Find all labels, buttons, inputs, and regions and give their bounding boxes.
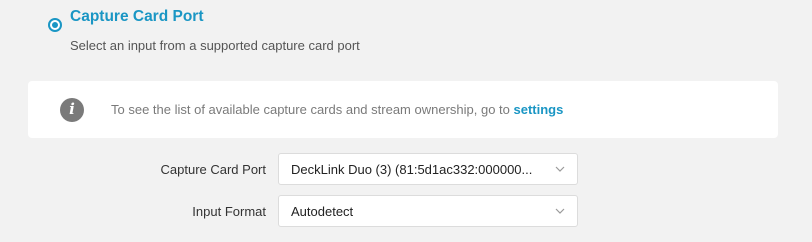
chevron-down-icon xyxy=(555,166,565,172)
option-description: Select an input from a supported capture… xyxy=(70,38,360,53)
capture-card-port-label: Capture Card Port xyxy=(160,161,267,177)
input-format-value: Autodetect xyxy=(291,203,354,219)
input-format-row: Input Format Autodetect xyxy=(0,195,812,227)
option-text: Capture Card Port Select an input from a… xyxy=(70,4,360,55)
input-format-label: Input Format xyxy=(192,203,266,219)
capture-card-port-select[interactable]: DeckLink Duo (3) (81:5d1ac332:000000... xyxy=(278,153,578,185)
chevron-down-icon xyxy=(555,208,565,214)
capture-card-port-radio[interactable] xyxy=(48,18,62,32)
capture-card-port-value: DeckLink Duo (3) (81:5d1ac332:000000... xyxy=(291,161,533,177)
info-text: To see the list of available capture car… xyxy=(111,102,563,117)
info-icon: i xyxy=(60,97,84,122)
input-format-select[interactable]: Autodetect xyxy=(278,195,578,227)
settings-link[interactable]: settings xyxy=(514,102,564,117)
capture-card-port-section: Capture Card Port Select an input from a… xyxy=(0,0,812,242)
radio-selected-dot xyxy=(52,22,58,28)
capture-card-port-option[interactable]: Capture Card Port Select an input from a… xyxy=(48,4,360,55)
option-title[interactable]: Capture Card Port xyxy=(70,7,360,27)
info-panel: i To see the list of available capture c… xyxy=(28,81,778,138)
info-message: To see the list of available capture car… xyxy=(111,102,514,117)
capture-card-port-row: Capture Card Port DeckLink Duo (3) (81:5… xyxy=(0,153,812,185)
